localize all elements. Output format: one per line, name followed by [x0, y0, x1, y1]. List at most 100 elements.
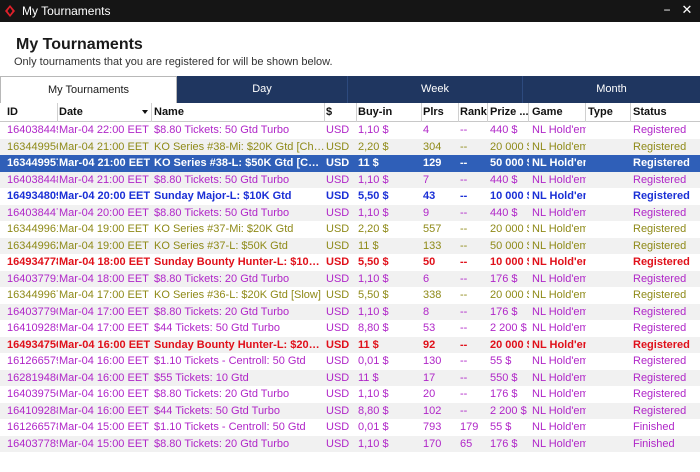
cell-type [585, 139, 631, 156]
page-title: My Tournaments [16, 36, 143, 53]
column-header-type[interactable]: Type [585, 103, 631, 122]
table-row[interactable]: 164934778 Mar-04 18:00 EET Sunday Bounty H… [0, 254, 700, 271]
cell-name: $8.80 Tickets: 20 Gtd Turbo [154, 272, 290, 285]
cell-game: NL Hold'em [532, 322, 586, 334]
cell-status: Registered [633, 272, 687, 285]
cell-date: Mar-04 15:00 EET [59, 437, 149, 450]
cell-prize: 2 200 $ [490, 404, 527, 417]
column-header-rank[interactable]: Rank [457, 103, 488, 122]
column-header-game[interactable]: Game [529, 103, 586, 122]
cell-id: 164038448 [7, 173, 58, 186]
column-header-currency[interactable]: $ [323, 103, 357, 122]
cell-status: Registered [633, 223, 687, 235]
cell-buyin: 2,20 $ [358, 140, 389, 153]
cell-type [585, 403, 631, 420]
table-row[interactable]: 164038449 Mar-04 22:00 EET $8.80 Tickets: … [0, 122, 700, 139]
cell-prize: 50 000 $ [490, 157, 529, 169]
cell-rank: 65 [460, 437, 473, 450]
cell-buyin: 1,10 $ [358, 124, 389, 136]
title-bar: My Tournaments − ✕ [0, 0, 700, 22]
cell-game: NL Hold'em [532, 437, 586, 450]
window-title: My Tournaments [22, 4, 111, 18]
column-header-date[interactable]: Date [56, 103, 152, 122]
column-header-prize[interactable]: Prize ... [487, 103, 529, 122]
table-row[interactable]: 164934750 Mar-04 16:00 EET Sunday Bounty H… [0, 336, 700, 353]
close-button[interactable]: ✕ [680, 3, 694, 17]
table-row[interactable]: 163449961 Mar-04 19:00 EET KO Series #37-M… [0, 221, 700, 238]
table-row[interactable]: 164037789 Mar-04 15:00 EET $8.80 Tickets: … [0, 435, 700, 453]
table-row[interactable]: 164037790 Mar-04 17:00 EET $8.80 Tickets: … [0, 303, 700, 320]
table-row[interactable]: 164109289 Mar-04 17:00 EET $44 Tickets: 50… [0, 320, 700, 337]
cell-prize: 55 $ [490, 421, 512, 433]
cell-prize: 176 $ [490, 388, 518, 400]
cell-name: $8.80 Tickets: 50 Gtd Turbo [154, 206, 290, 219]
cell-prize: 10 000 $ [490, 190, 529, 202]
tab-month[interactable]: Month [523, 76, 700, 103]
cell-status: Registered [633, 140, 687, 153]
cell-buyin: 5,50 $ [358, 256, 389, 268]
cell-prize: 550 $ [490, 371, 518, 384]
cell-rank: -- [460, 272, 468, 285]
minimize-button[interactable]: − [660, 3, 674, 17]
table-row[interactable]: 164037791 Mar-04 18:00 EET $8.80 Tickets: … [0, 270, 700, 287]
cell-players: 4 [423, 124, 430, 136]
table-row[interactable]: 161266578 Mar-04 15:00 EET $1.10 Tickets -… [0, 419, 700, 436]
table-row[interactable]: 161266579 Mar-04 16:00 EET $1.10 Tickets -… [0, 353, 700, 370]
cell-name: KO Series #37-Mi: $20K Gtd [154, 223, 294, 235]
cell-date: Mar-04 21:00 EET [59, 157, 151, 169]
cell-id: 164037789 [7, 437, 58, 450]
cell-game: NL Hold'em [532, 157, 586, 169]
column-header-status[interactable]: Status [630, 103, 700, 122]
cell-date: Mar-04 16:00 EET [59, 404, 149, 417]
cell-status: Registered [633, 404, 687, 417]
cell-name: Sunday Bounty Hunter-L: $20K Gtd [154, 338, 325, 351]
cell-game: NL Hold'em [532, 404, 586, 417]
cell-players: 102 [423, 404, 442, 417]
cell-name: $8.80 Tickets: 20 Gtd Turbo [154, 388, 290, 400]
tab-my-tournaments[interactable]: My Tournaments [0, 76, 177, 103]
table-row[interactable]: 162819486 Mar-04 16:00 EET $55 Tickets: 10… [0, 369, 700, 386]
cell-game: NL Hold'em [532, 272, 586, 285]
column-header-buyin[interactable]: Buy-in [355, 103, 422, 122]
cell-currency: USD [326, 371, 350, 384]
cell-players: 43 [423, 190, 436, 202]
cell-rank: -- [460, 355, 468, 367]
tab-day[interactable]: Day [177, 76, 348, 103]
cell-currency: USD [326, 256, 350, 268]
cell-id: 164038449 [7, 124, 58, 136]
cell-rank: -- [460, 305, 468, 318]
table-row[interactable]: 163449967 Mar-04 17:00 EET KO Series #36-L… [0, 287, 700, 304]
column-header-players[interactable]: Plrs [420, 103, 459, 122]
tab-week[interactable]: Week [348, 76, 523, 103]
cell-date: Mar-04 16:00 EET [59, 388, 149, 400]
page-subtitle: Only tournaments that you are registered… [14, 56, 333, 68]
cell-id: 163449956 [7, 140, 58, 153]
cell-id: 164038447 [7, 206, 58, 219]
cell-prize: 20 000 $ [490, 338, 529, 351]
cell-prize: 440 $ [490, 173, 518, 186]
cell-players: 6 [423, 272, 430, 285]
table-row[interactable]: 164038447 Mar-04 20:00 EET $8.80 Tickets: … [0, 204, 700, 221]
cell-date: Mar-04 17:00 EET [59, 305, 149, 318]
cell-currency: USD [326, 124, 350, 136]
table-row-selected[interactable]: 163449957 Mar-04 21:00 EET KO Series #38-L… [0, 155, 700, 172]
cell-game: NL Hold'em [532, 338, 586, 351]
cell-prize: 440 $ [490, 206, 518, 219]
column-header-name[interactable]: Name [151, 103, 325, 122]
cell-rank: -- [460, 206, 468, 219]
cell-players: 17 [423, 371, 436, 384]
table-row[interactable]: 163449962 Mar-04 19:00 EET KO Series #37-L… [0, 237, 700, 254]
table-row[interactable]: 164038448 Mar-04 21:00 EET $8.80 Tickets: … [0, 171, 700, 188]
table-row[interactable]: 164109288 Mar-04 16:00 EET $44 Tickets: 50… [0, 402, 700, 420]
cell-type [585, 436, 631, 453]
table-row[interactable]: 163449956 Mar-04 21:00 EET KO Series #38-M… [0, 138, 700, 156]
table-row[interactable]: 164934809 Mar-04 20:00 EET Sunday Major-L:… [0, 188, 700, 205]
cell-rank: -- [460, 404, 468, 417]
column-header-id[interactable]: ID [4, 103, 58, 122]
cell-date: Mar-04 21:00 EET [59, 173, 149, 186]
table-row[interactable]: 164039756 Mar-04 16:00 EET $8.80 Tickets: … [0, 386, 700, 403]
cell-name: KO Series #38-L: $50K Gtd [Champ... [154, 157, 325, 169]
cell-status: Registered [633, 190, 690, 202]
cell-buyin: 8,80 $ [358, 322, 389, 334]
cell-currency: USD [326, 289, 350, 301]
